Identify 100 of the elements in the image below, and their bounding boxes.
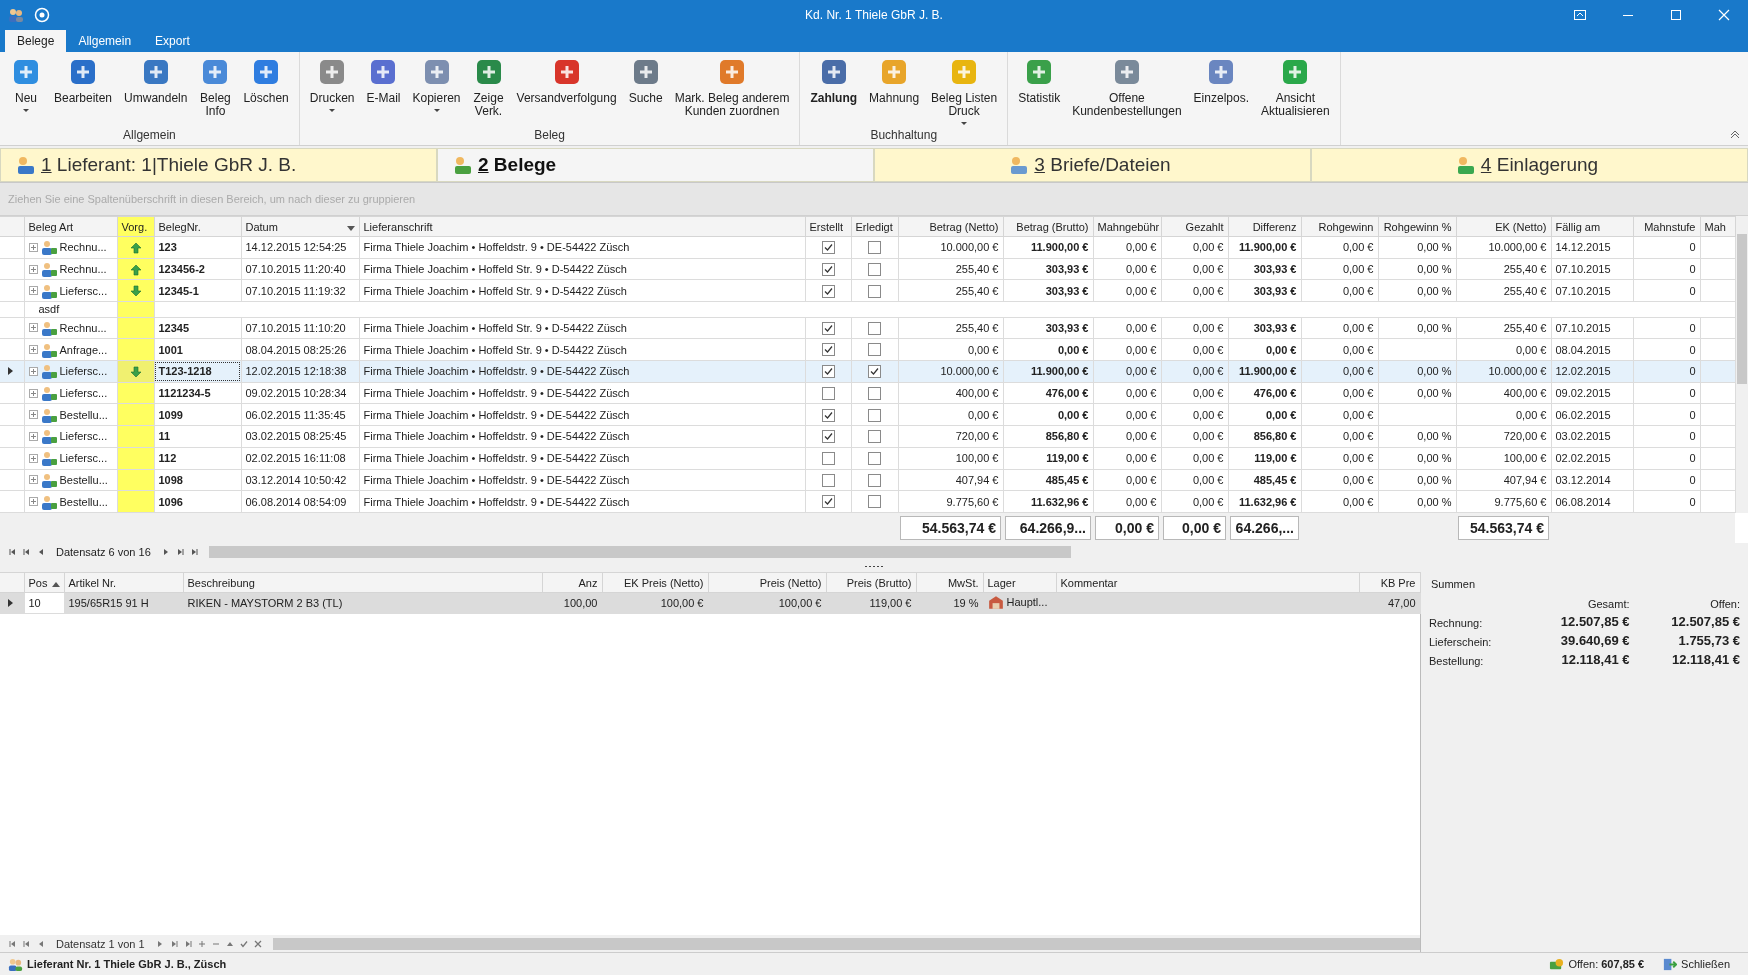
ribbon-button[interactable]: Beleg Listen Druck — [925, 54, 1004, 127]
expand-icon[interactable] — [28, 475, 38, 485]
expand-icon[interactable] — [28, 410, 38, 420]
checkbox[interactable] — [868, 386, 881, 400]
expand-icon[interactable] — [28, 264, 38, 274]
column-header[interactable]: Mah — [1700, 216, 1735, 237]
ribbon-button[interactable]: Versandverfolgung — [510, 54, 623, 107]
column-header[interactable]: Beleg Art — [24, 216, 117, 237]
ribbon-tab[interactable]: Allgemein — [66, 30, 144, 52]
column-header[interactable]: Rohgewinn % — [1378, 216, 1456, 237]
expand-icon[interactable] — [28, 388, 38, 398]
check-icon[interactable] — [238, 938, 249, 949]
column-header[interactable]: Datum — [241, 216, 359, 237]
column-header[interactable]: Betrag (Netto) — [898, 216, 1003, 237]
checkbox[interactable] — [821, 451, 835, 465]
ribbon-button[interactable]: Offene Kundenbestellungen — [1066, 54, 1188, 120]
ribbon-button[interactable]: Bearbeiten — [48, 54, 119, 107]
ribbon-button[interactable]: Mahnung — [863, 54, 926, 107]
checkbox[interactable] — [821, 262, 835, 276]
section-tab[interactable]: 2 Belege — [437, 148, 874, 182]
checkbox[interactable] — [868, 430, 881, 444]
checkbox[interactable] — [868, 343, 881, 357]
checkbox[interactable] — [868, 321, 881, 335]
section-tab[interactable]: 1 Lieferant: 1|Thiele GbR J. B. — [0, 148, 437, 182]
checkbox[interactable] — [821, 365, 835, 379]
checkbox[interactable] — [868, 451, 881, 465]
checkbox[interactable] — [821, 408, 835, 422]
ribbon-button[interactable]: Mark. Beleg anderem Kunden zuordnen — [668, 54, 796, 120]
column-header[interactable]: Erstellt — [805, 216, 851, 237]
first-record-icon[interactable] — [8, 546, 18, 557]
collapse-icon[interactable] — [1730, 129, 1740, 139]
section-tab[interactable]: 3 Briefe/Dateien — [874, 148, 1311, 182]
column-header[interactable]: Pos — [24, 572, 64, 593]
checkbox[interactable] — [821, 284, 835, 298]
column-header[interactable]: BelegNr. — [154, 216, 241, 237]
plus-icon[interactable] — [196, 938, 207, 949]
expand-icon[interactable] — [28, 286, 38, 296]
checkbox[interactable] — [868, 262, 881, 276]
checkbox[interactable] — [868, 365, 881, 379]
ribbon-button[interactable]: Kopieren — [406, 54, 467, 114]
ribbon-button[interactable]: Ansicht Aktualisieren — [1255, 54, 1336, 120]
expand-icon[interactable] — [28, 431, 38, 441]
ribbon-button[interactable]: Statistik — [1012, 54, 1067, 107]
checkbox[interactable] — [821, 343, 835, 357]
checkbox[interactable] — [821, 495, 835, 509]
checkbox[interactable] — [868, 284, 881, 298]
first-record-icon[interactable] — [8, 938, 18, 949]
cross-icon[interactable] — [252, 938, 263, 949]
ribbon-tab[interactable]: Export — [143, 30, 202, 52]
checkbox[interactable] — [821, 241, 835, 255]
column-header[interactable]: Fällig am — [1551, 216, 1633, 237]
column-header[interactable]: KB Pre — [1359, 572, 1420, 593]
close-button[interactable]: Schließen — [1662, 956, 1740, 972]
expand-icon[interactable] — [28, 366, 38, 376]
column-header[interactable]: Gezahlt — [1161, 216, 1228, 237]
column-header[interactable]: Vorg. — [117, 216, 154, 237]
expand-icon[interactable] — [28, 242, 38, 252]
prev-page-record-icon[interactable] — [22, 938, 32, 949]
column-header[interactable]: Preis (Brutto) — [826, 572, 916, 593]
checkbox[interactable] — [868, 495, 881, 509]
column-header[interactable]: EK Preis (Netto) — [602, 572, 708, 593]
ribbon-button[interactable]: E-Mail — [360, 54, 407, 107]
horizontal-scrollbar[interactable] — [272, 936, 1420, 951]
section-tab[interactable]: 4 Einlagerung — [1311, 148, 1748, 182]
ribbon-button[interactable]: Zahlung — [804, 54, 864, 107]
checkbox[interactable] — [868, 241, 881, 255]
prev-page-record-icon[interactable] — [22, 546, 32, 557]
column-header[interactable]: Differenz — [1228, 216, 1301, 237]
expand-icon[interactable] — [28, 345, 38, 355]
column-header[interactable]: Mahngebühr — [1093, 216, 1161, 237]
ribbon-button[interactable]: Suche — [622, 54, 669, 107]
checkbox[interactable] — [821, 321, 835, 335]
column-header[interactable]: Lieferanschrift — [359, 216, 805, 237]
ribbon-tab[interactable]: Belege — [5, 30, 67, 52]
expand-icon[interactable] — [28, 497, 38, 507]
checkbox[interactable] — [821, 430, 835, 444]
column-header[interactable]: Lager — [983, 572, 1056, 593]
checkbox[interactable] — [821, 386, 835, 400]
column-header[interactable]: Rohgewinn — [1301, 216, 1378, 237]
checkbox[interactable] — [868, 473, 881, 487]
column-header[interactable]: Betrag (Brutto) — [1003, 216, 1093, 237]
ribbon-button[interactable]: Zeige Verk. — [466, 54, 511, 120]
column-header[interactable]: Artikel Nr. — [64, 572, 183, 593]
column-header[interactable]: Beschreibung — [183, 572, 542, 593]
ribbon-button[interactable]: Umwandeln — [118, 54, 194, 107]
column-header[interactable]: EK (Netto) — [1456, 216, 1551, 237]
column-header[interactable]: Erledigt — [851, 216, 898, 237]
checkbox[interactable] — [868, 408, 881, 422]
ribbon-button[interactable]: Beleg Info — [193, 54, 238, 120]
column-header[interactable]: Preis (Netto) — [708, 572, 826, 593]
ribbon-button[interactable]: Drucken — [303, 54, 361, 114]
ribbon-button[interactable]: Einzelpos. — [1187, 54, 1255, 107]
expand-icon[interactable] — [28, 323, 38, 333]
column-header[interactable]: MwSt. — [916, 572, 983, 593]
column-header[interactable]: Mahnstufe — [1633, 216, 1700, 237]
expand-icon[interactable] — [28, 453, 38, 463]
help-icon[interactable] — [34, 7, 50, 23]
checkbox[interactable] — [821, 473, 835, 487]
ribbon-button[interactable]: Löschen — [237, 54, 295, 107]
column-header[interactable]: Kommentar — [1056, 572, 1359, 593]
